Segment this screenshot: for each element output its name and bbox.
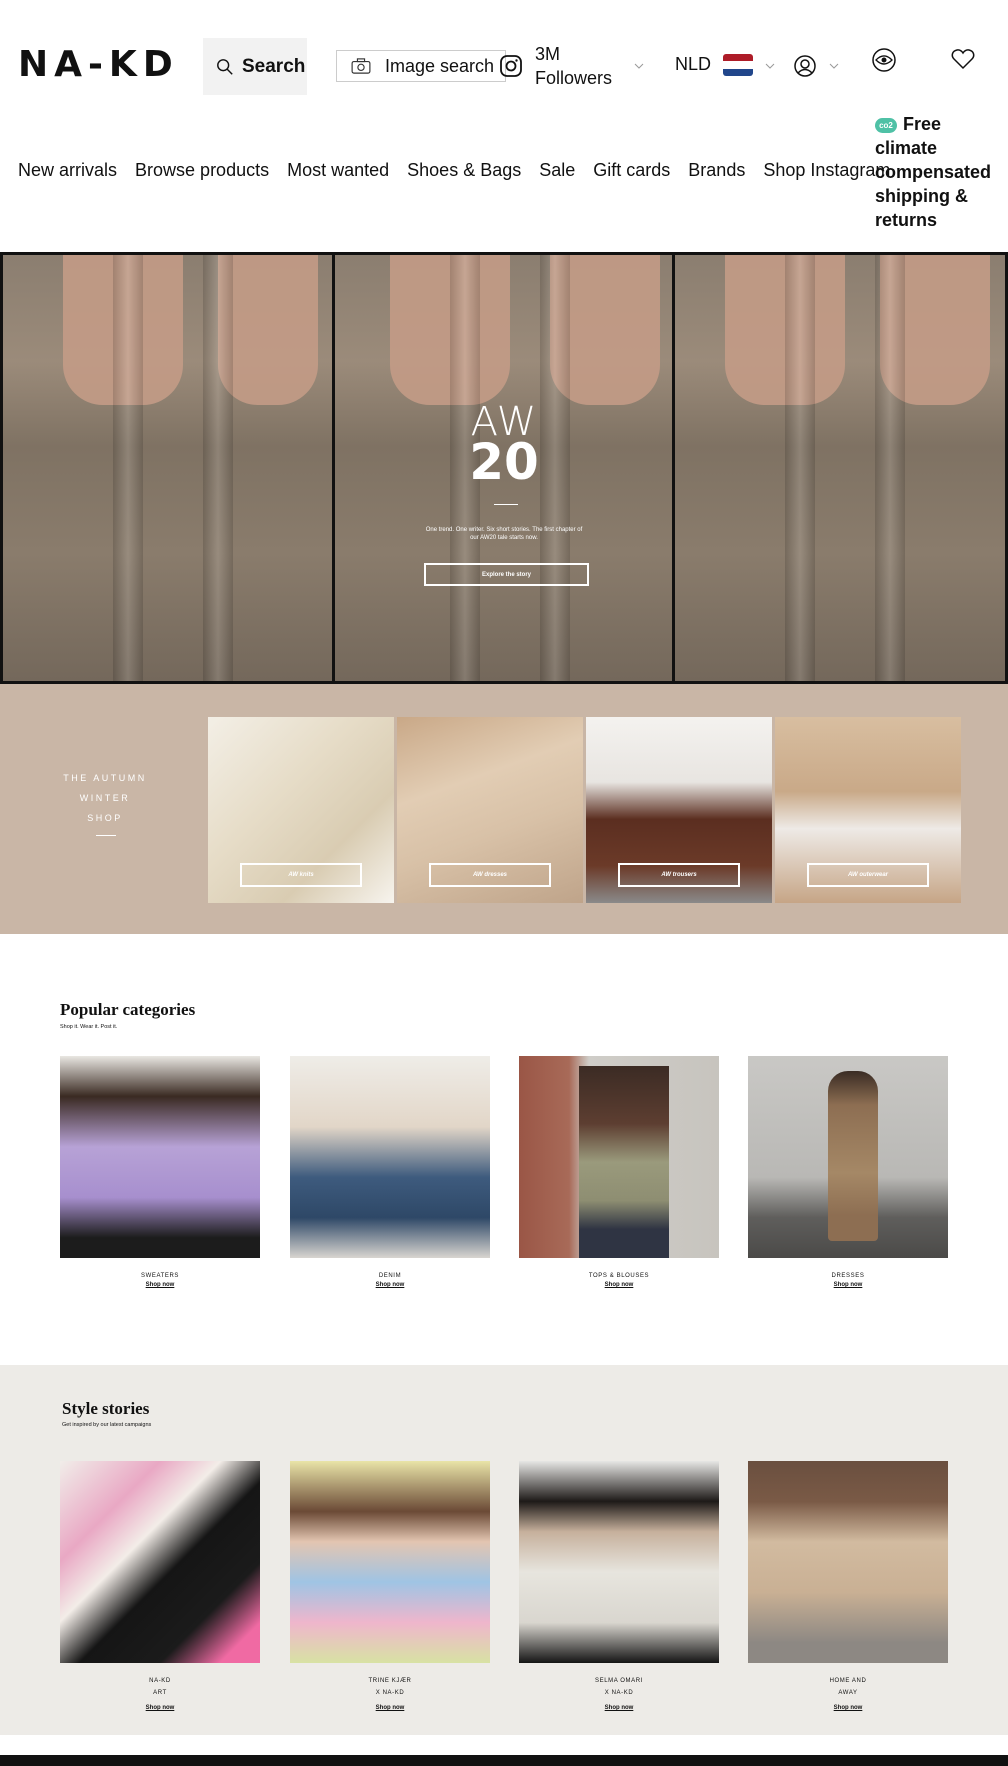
image-search-label: Image search [385,55,495,76]
model-figure [828,1071,878,1241]
story-title-line1: NA-KD [149,1678,171,1684]
main-navigation: New arrivals Browse products Most wanted… [18,160,908,181]
nav-item-browse-products[interactable]: Browse products [135,160,269,181]
logo[interactable]: NA-KD [18,44,179,85]
story-title-line2: X NA-KD [375,1690,405,1696]
category-card-dresses[interactable]: DRESSES Shop now [748,1056,948,1288]
story-image[interactable] [60,1461,260,1663]
tile-aw-knits[interactable]: AW knits [208,717,394,903]
site-header: NA-KD Search Image search 3M Followers N… [0,0,1008,252]
style-stories-title: Style stories [62,1399,150,1418]
story-card-selma-omari[interactable]: SELMA OMARI X NA-KD Shop now [519,1461,719,1711]
nav-item-most-wanted[interactable]: Most wanted [287,160,389,181]
category-image[interactable] [748,1056,948,1258]
camera-icon [351,58,371,74]
search-icon [217,58,233,75]
shop-now-link[interactable]: Shop now [748,1282,948,1288]
shop-now-link[interactable]: Shop now [60,1282,260,1288]
aw-dresses-button[interactable]: AW dresses [429,863,551,887]
hero-video-panel [3,255,332,681]
popular-categories-title: Popular categories [60,1000,196,1019]
category-name: DRESSES [831,1273,865,1279]
logo-text[interactable]: NA-KD [18,44,179,85]
category-image[interactable] [290,1056,490,1258]
nav-item-shop-instagram[interactable]: Shop Instagram [763,160,890,181]
autumn-winter-shop: THE AUTUMN WINTER SHOP AW knits AW dress… [0,684,1008,934]
story-image[interactable] [290,1461,490,1663]
story-card-trine-kjaer[interactable]: TRINE KJÆR X NA-KD Shop now [290,1461,490,1711]
page-bottom-bar [0,1755,1008,1766]
recently-viewed-icon[interactable] [871,48,897,72]
style-stories-section: Style stories Get inspired by our latest… [0,1365,1008,1735]
shipping-promo[interactable]: co2 Free climate compensated shipping & r… [875,112,1005,232]
category-name: SWEATERS [140,1273,180,1279]
explore-story-button[interactable]: Explore the story [424,563,589,586]
shop-now-link[interactable]: Shop now [519,1705,719,1711]
shop-now-link[interactable]: Shop now [748,1705,948,1711]
story-title-line1: TRINE KJÆR [368,1678,412,1684]
chevron-down-icon[interactable] [634,63,644,69]
hero-description: One trend. One writer. Six short stories… [425,527,583,541]
tile-aw-dresses[interactable]: AW dresses [397,717,583,903]
aw-knits-button[interactable]: AW knits [240,863,362,887]
shop-now-link[interactable]: Shop now [519,1282,719,1288]
nav-item-sale[interactable]: Sale [539,160,575,181]
shop-now-link[interactable]: Shop now [290,1282,490,1288]
hero-fabric-fold [203,255,233,681]
story-title-line1: HOME AND [829,1678,867,1684]
category-image[interactable] [60,1056,260,1258]
hero-hand-right [218,255,318,405]
category-image[interactable] [519,1056,719,1258]
nav-item-shoes-bags[interactable]: Shoes & Bags [407,160,521,181]
autumn-divider [96,835,116,836]
category-card-sweaters[interactable]: SWEATERS Shop now [60,1056,260,1288]
chevron-down-icon[interactable] [829,63,839,69]
co2-cloud-icon: co2 [875,118,897,133]
country-selector[interactable]: NLD [675,54,711,75]
nav-item-gift-cards[interactable]: Gift cards [593,160,670,181]
story-image[interactable] [748,1461,948,1663]
style-stories-subtitle: Get inspired by our latest campaigns [62,1422,152,1428]
tile-aw-outerwear[interactable]: AW outerwear [775,717,961,903]
category-card-tops-blouses[interactable]: TOPS & BLOUSES Shop now [519,1056,719,1288]
autumn-shop-title: THE AUTUMN WINTER SHOP [63,773,147,823]
hero-year: 20 [469,433,539,491]
hero-content: AW 20 One trend. One writer. Six short s… [334,252,674,684]
flag-icon[interactable] [723,54,753,76]
search-input[interactable]: Search [203,38,307,95]
story-title-line2: ART [153,1690,167,1696]
image-search-button[interactable]: Image search [336,50,506,82]
followers-count[interactable]: 3M Followers [535,42,625,90]
model-figure [579,1066,669,1258]
category-name: DENIM [378,1273,402,1279]
chevron-down-icon[interactable] [765,63,775,69]
account-icon[interactable] [793,54,817,78]
hero-fabric-fold [875,255,905,681]
shop-now-link[interactable]: Shop now [60,1705,260,1711]
aw-trousers-button[interactable]: AW trousers [618,863,740,887]
nav-item-new-arrivals[interactable]: New arrivals [18,160,117,181]
story-title-line1: SELMA OMARI [595,1678,643,1684]
hero-divider [494,504,518,505]
story-title-line2: X NA-KD [604,1690,634,1696]
nav-item-brands[interactable]: Brands [688,160,745,181]
popular-categories-subtitle: Shop it. Wear it. Post it. [60,1024,118,1030]
tile-aw-trousers[interactable]: AW trousers [586,717,772,903]
story-card-home-and-away[interactable]: HOME AND AWAY Shop now [748,1461,948,1711]
hero-fabric-fold [785,255,815,681]
category-name: TOPS & BLOUSES [588,1273,650,1279]
story-card-nakd-art[interactable]: NA-KD ART Shop now [60,1461,260,1711]
hero-video-panel [675,255,1005,681]
aw-outerwear-button[interactable]: AW outerwear [807,863,929,887]
instagram-icon[interactable] [499,54,523,78]
category-card-denim[interactable]: DENIM Shop now [290,1056,490,1288]
shop-now-link[interactable]: Shop now [290,1705,490,1711]
wishlist-heart-icon[interactable] [951,48,975,70]
search-label: Search [242,55,306,77]
hero-fabric-fold [113,255,143,681]
story-image[interactable] [519,1461,719,1663]
story-title-line2: AWAY [838,1690,858,1696]
